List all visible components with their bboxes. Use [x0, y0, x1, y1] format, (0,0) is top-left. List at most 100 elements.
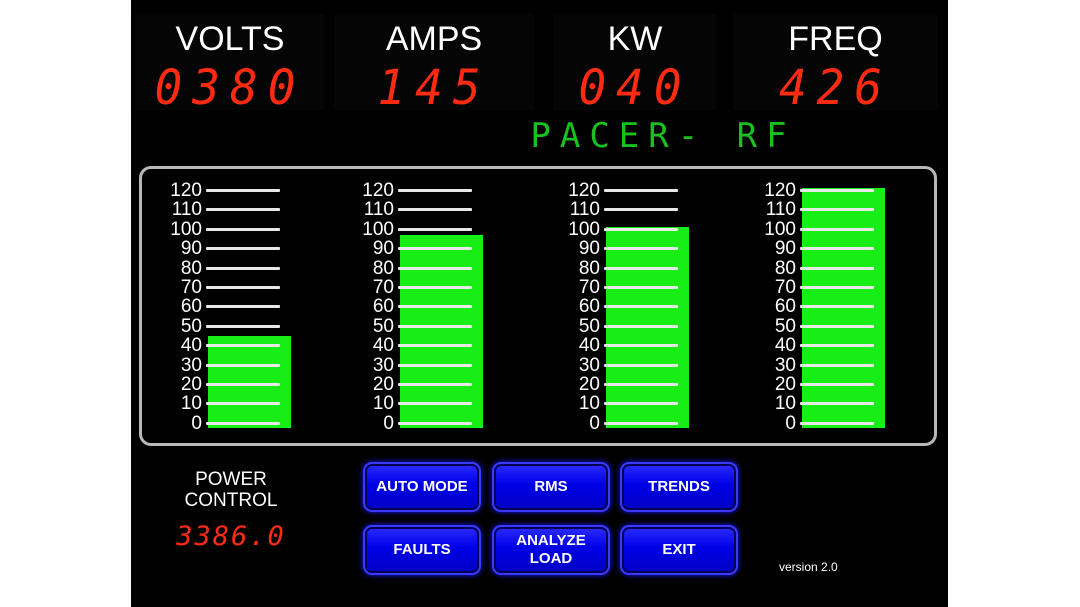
meter-tick-label: 120	[170, 180, 202, 201]
meter-tick-line	[800, 324, 874, 328]
meter-tick-line	[206, 208, 280, 212]
amps-meter: 120 110 100 90 80 70 60 50 40 30 20 10 0	[354, 169, 514, 449]
meter-tick-line	[800, 383, 874, 386]
meter-tick-line	[800, 227, 874, 231]
meter-tick-label: 50	[578, 315, 600, 337]
meter-tick-line	[800, 363, 874, 367]
meter-tick-label: 80	[180, 257, 202, 279]
meter-tick-label: 80	[774, 257, 796, 279]
kw-value: 040	[578, 58, 692, 116]
meter-tick-line	[206, 266, 280, 270]
meter-tick-label: 30	[180, 354, 202, 376]
meter-tick-label: 70	[180, 277, 202, 298]
faults-button[interactable]: FAULTS	[363, 525, 481, 575]
volts-value: 0380	[154, 58, 306, 116]
meter-tick-label: 70	[372, 277, 394, 298]
power-control-value: 3386.0	[176, 521, 286, 552]
meter-tick-label: 110	[765, 199, 796, 221]
meter-tick-label: 30	[372, 354, 394, 376]
meter-tick-label: 100	[362, 218, 394, 240]
meter-tick-line	[206, 286, 280, 289]
meter-tick-label: 70	[578, 277, 600, 298]
meter-tick-line	[604, 421, 678, 425]
meter-tick-line	[800, 189, 874, 192]
meter-tick-line	[800, 286, 874, 289]
meter-tick-label: 60	[180, 296, 202, 318]
meter-tick-label: 10	[578, 393, 600, 415]
meter-tick-line	[800, 421, 874, 425]
meter-tick-label: 90	[180, 238, 202, 260]
meter-tick-label: 110	[171, 199, 202, 221]
meter-tick-line	[206, 363, 280, 367]
amps-readout: AMPS 145	[334, 14, 534, 115]
meter-tick-label: 90	[372, 238, 394, 260]
meter-tick-line	[398, 286, 472, 289]
kw-label: KW	[607, 20, 663, 58]
meter-tick-label: 20	[578, 374, 600, 395]
meter-tick-label: 50	[372, 315, 394, 337]
volts-readout: VOLTS 0380	[135, 14, 325, 115]
meter-tick-label: 50	[774, 315, 796, 337]
kw-meter: 120 110 100 90 80 70 60 50 40 30 20 10 0	[560, 169, 720, 449]
meter-tick-label: 70	[774, 277, 796, 298]
meter-bar-fill	[208, 335, 291, 428]
meter-tick-label: 100	[170, 218, 202, 240]
auto-mode-button[interactable]: AUTO MODE	[363, 462, 481, 512]
freq-meter: 120 110 100 90 80 70 60 50 40 30 20 10 0	[756, 169, 916, 449]
rms-button[interactable]: RMS	[492, 462, 610, 512]
freq-value: 426	[778, 58, 893, 116]
power-control-label: POWER CONTROL	[161, 469, 301, 511]
meter-tick-line	[800, 402, 874, 406]
app-title: PACER- RF	[530, 116, 796, 156]
meter-tick-label: 60	[578, 296, 600, 318]
meter-tick-line	[398, 227, 472, 231]
volts-label: VOLTS	[175, 20, 285, 58]
meter-tick-line	[206, 227, 280, 231]
meter-tick-label: 20	[774, 374, 796, 395]
meter-tick-line	[604, 266, 678, 270]
freq-readout: FREQ 426	[733, 14, 938, 115]
meter-tick-label: 10	[372, 393, 394, 415]
meter-tick-line	[398, 383, 472, 386]
meter-tick-label: 110	[569, 199, 600, 221]
meter-tick-line	[398, 189, 472, 192]
meter-tick-line	[206, 344, 280, 348]
meter-tick-label: 110	[363, 199, 394, 221]
meter-tick-label: 10	[774, 393, 796, 415]
exit-button[interactable]: EXIT	[620, 525, 738, 575]
meter-tick-line	[398, 363, 472, 367]
meter-tick-line	[800, 247, 874, 251]
meter-tick-label: 40	[578, 335, 600, 357]
meter-tick-label: 40	[774, 335, 796, 357]
meter-tick-line	[604, 344, 678, 348]
analyze-load-button[interactable]: ANALYZE LOAD	[492, 525, 610, 575]
meter-tick-label: 40	[180, 335, 202, 357]
meter-tick-label: 120	[568, 180, 600, 201]
meter-tick-line	[206, 421, 280, 425]
meter-tick-line	[800, 344, 874, 348]
meter-tick-line	[604, 324, 678, 328]
meter-tick-label: 30	[774, 354, 796, 376]
control-screen: VOLTS 0380 AMPS 145 KW 040 FREQ 426 PACE…	[131, 0, 948, 607]
meter-tick-label: 20	[180, 374, 202, 395]
meter-tick-line	[604, 286, 678, 289]
meter-tick-line	[800, 305, 874, 309]
meter-tick-line	[398, 208, 472, 212]
meter-tick-line	[206, 402, 280, 406]
meter-tick-label: 40	[372, 335, 394, 357]
volts-meter: 120 110 100 90 80 70 60 50 40 30 20 10 0	[162, 169, 322, 449]
freq-label: FREQ	[788, 20, 883, 58]
meter-tick-label: 30	[578, 354, 600, 376]
meter-tick-line	[398, 421, 472, 425]
meter-tick-line	[604, 247, 678, 251]
meter-tick-label: 120	[362, 180, 394, 201]
meter-tick-label: 100	[764, 218, 796, 240]
meter-tick-line	[604, 189, 678, 192]
meter-panel: 120 110 100 90 80 70 60 50 40 30 20 10 0 120 110 100 90…	[139, 166, 937, 446]
trends-button[interactable]: TRENDS	[620, 462, 738, 512]
meter-tick-line	[398, 344, 472, 348]
amps-label: AMPS	[385, 20, 483, 58]
meter-tick-label: 10	[180, 393, 202, 415]
version-label: version 2.0	[779, 560, 838, 574]
meter-tick-line	[206, 189, 280, 192]
